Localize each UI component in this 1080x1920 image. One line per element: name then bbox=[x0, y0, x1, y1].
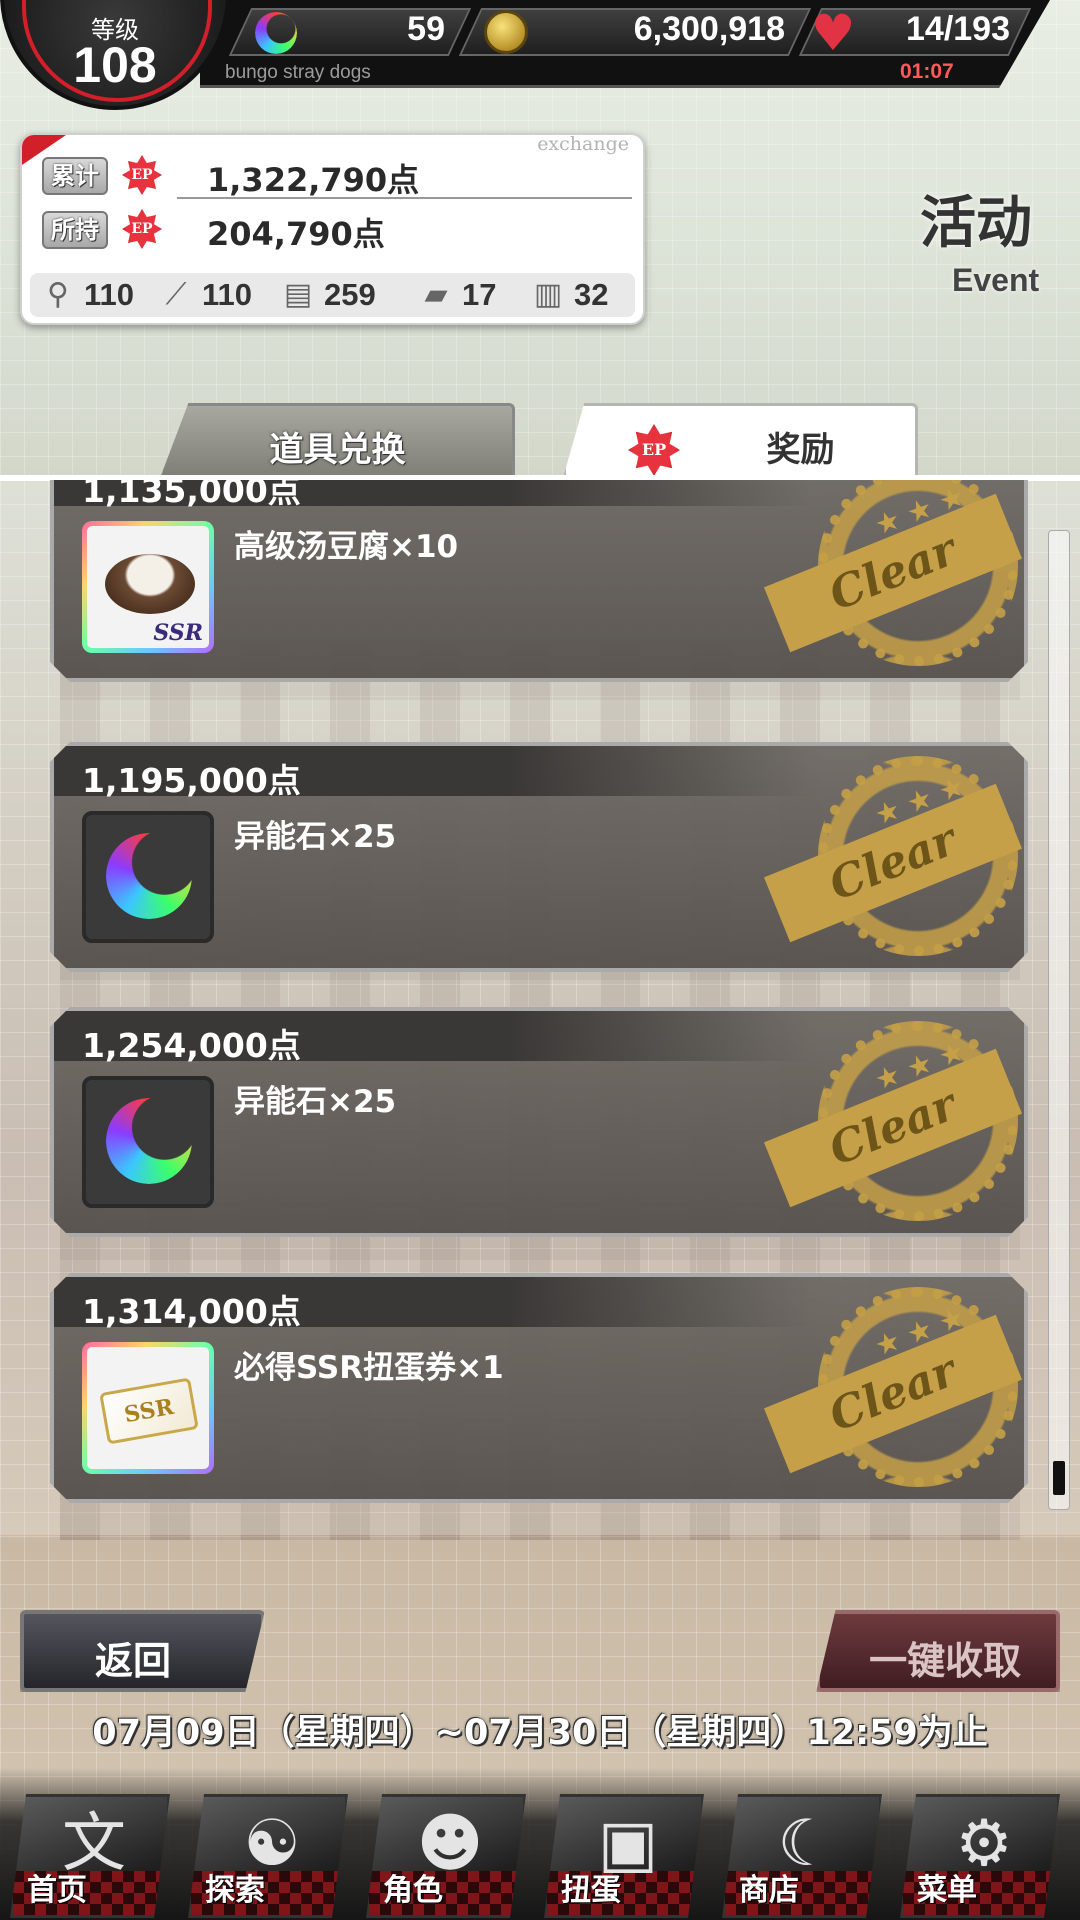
nav-item-home[interactable]: 文 首页 bbox=[10, 1794, 170, 1918]
total-label: 累计 bbox=[42, 157, 108, 195]
reward-points: 1,254,000点 bbox=[82, 1026, 301, 1065]
reward-item-name: 必得SSR扭蛋券×1 bbox=[234, 1350, 504, 1386]
reward-card: 1,314,000点 SSR 必得SSR扭蛋券×1 ★ ★ ★ Clear bbox=[50, 1273, 1028, 1503]
ap-count: 14/193 bbox=[906, 10, 1010, 48]
level-value: 108 bbox=[73, 37, 157, 93]
inventory-count: 110 bbox=[202, 277, 253, 312]
ep-icon: EP bbox=[122, 155, 162, 195]
reward-card: 1,254,000点 异能石×25 ★ ★ ★ Clear bbox=[50, 1007, 1028, 1237]
reward-card: 1,195,000点 异能石×25 ★ ★ ★ Clear bbox=[50, 742, 1028, 972]
reward-item-frame[interactable]: SSR bbox=[82, 521, 214, 653]
reward-item-frame[interactable] bbox=[82, 811, 214, 943]
inventory-count: 17 bbox=[462, 277, 497, 312]
reward-item-frame[interactable]: SSR bbox=[82, 1342, 214, 1474]
card-header: 1,254,000点 bbox=[54, 1011, 811, 1061]
nav-item-characters[interactable]: ☻ 角色 bbox=[366, 1794, 526, 1918]
inventory-count: 110 bbox=[84, 277, 135, 312]
status-bar: 59 6,300,918 ♥ 14/193 bungo stray dogs 0… bbox=[0, 0, 1080, 110]
inventory-count: 32 bbox=[574, 277, 609, 312]
papers-icon: ▤ bbox=[283, 277, 313, 312]
nav-label: 菜单 bbox=[917, 1873, 977, 1908]
card-header: 1,195,000点 bbox=[54, 746, 811, 796]
nav-label: 首页 bbox=[27, 1873, 87, 1908]
back-button[interactable]: 返回 bbox=[20, 1610, 265, 1692]
back-button-label: 返回 bbox=[95, 1639, 172, 1683]
nav-item-gacha[interactable]: ▣ 扭蛋 bbox=[544, 1794, 704, 1918]
points-panel: exchange 累计 EP 1,322,790点 所持 EP 204,790点… bbox=[20, 133, 645, 325]
tab-rewards[interactable]: EP 奖励 bbox=[563, 403, 918, 478]
card-header: 1,314,000点 bbox=[54, 1277, 811, 1327]
nav-item-shop[interactable]: ☾ 商店 bbox=[722, 1794, 882, 1918]
ssr-ticket-icon: SSR bbox=[99, 1377, 199, 1444]
milk-carton-icon: ▥ bbox=[533, 277, 563, 312]
reward-points: 1,195,000点 bbox=[82, 761, 301, 800]
reward-item-frame[interactable] bbox=[82, 1076, 214, 1208]
magnifier-icon: ⚲ bbox=[47, 277, 69, 312]
tab-rewards-label: 奖励 bbox=[766, 430, 835, 470]
ep-icon: EP bbox=[122, 209, 162, 249]
rarity-badge: SSR bbox=[153, 620, 203, 646]
owned-points-value: 204,790点 bbox=[207, 215, 385, 253]
event-date-range: 07月09日（星期四）~07月30日（星期四）12:59为止 bbox=[92, 1713, 988, 1753]
clear-stamp-icon: ★ ★ ★ Clear bbox=[768, 480, 1018, 676]
owned-label: 所持 bbox=[42, 211, 108, 249]
coin-icon bbox=[484, 10, 528, 54]
reward-item-name: 异能石×25 bbox=[234, 1084, 397, 1120]
bottom-nav: 文 首页 ☯ 探索 ☻ 角色 ▣ 扭蛋 ☾ 商店 ⚙ 菜单 bbox=[0, 1768, 1080, 1920]
scrollbar[interactable] bbox=[1048, 530, 1070, 1510]
ap-timer: 01:07 bbox=[900, 60, 954, 83]
nav-label: 角色 bbox=[383, 1873, 443, 1908]
reward-card: 1,135,000点 SSR 高级汤豆腐×10 ★ ★ ★ Clear bbox=[50, 480, 1028, 682]
inventory-row: ⚲ 110 ⟋ 110 ▤ 259 ▰ 17 ▥ 32 bbox=[30, 273, 635, 317]
reward-list[interactable]: 1,135,000点 SSR 高级汤豆腐×10 ★ ★ ★ Clear 1,19… bbox=[0, 480, 1080, 1535]
exchange-tag: exchange bbox=[537, 133, 629, 155]
nav-item-explore[interactable]: ☯ 探索 bbox=[188, 1794, 348, 1918]
tab-item-exchange[interactable]: 道具兑换 bbox=[160, 403, 515, 478]
level-badge[interactable]: 等级 108 bbox=[0, 0, 230, 110]
tofu-pot-icon bbox=[105, 554, 195, 614]
clear-stamp-icon: ★ ★ ★ Clear bbox=[768, 1287, 1018, 1497]
nav-item-menu[interactable]: ⚙ 菜单 bbox=[900, 1794, 1060, 1918]
coins-count: 6,300,918 bbox=[633, 10, 785, 48]
nav-label: 探索 bbox=[205, 1873, 265, 1908]
card-header: 1,135,000点 bbox=[54, 480, 811, 506]
nav-label: 商店 bbox=[739, 1873, 799, 1908]
nav-label: 扭蛋 bbox=[561, 1873, 621, 1908]
scrollbar-thumb[interactable] bbox=[1053, 1461, 1065, 1495]
notebook-icon: ▰ bbox=[424, 277, 448, 312]
ap-heart-icon: ♥ bbox=[810, 4, 856, 62]
game-name: bungo stray dogs bbox=[225, 62, 371, 83]
ability-stone-icon bbox=[106, 1098, 192, 1184]
reward-item-name: 异能石×25 bbox=[234, 819, 397, 855]
reward-points: 1,314,000点 bbox=[82, 1292, 301, 1331]
clear-stamp-icon: ★ ★ ★ Clear bbox=[768, 1021, 1018, 1231]
event-subtitle: Event bbox=[952, 262, 1040, 298]
collect-all-button[interactable]: 一键收取 bbox=[816, 1610, 1060, 1692]
ability-stone-icon bbox=[106, 833, 192, 919]
reward-points: 1,135,000点 bbox=[82, 480, 301, 510]
clear-stamp-icon: ★ ★ ★ Clear bbox=[768, 756, 1018, 966]
points-divider bbox=[177, 197, 632, 199]
reward-item-name: 高级汤豆腐×10 bbox=[234, 529, 459, 565]
total-points-value: 1,322,790点 bbox=[207, 161, 420, 199]
event-title: 活动 bbox=[920, 191, 1032, 256]
tab-exchange-label: 道具兑换 bbox=[269, 430, 406, 470]
gem-icon bbox=[255, 12, 297, 54]
broom-icon: ⟋ bbox=[165, 277, 187, 312]
inventory-count: 259 bbox=[324, 277, 376, 312]
collect-all-label: 一键收取 bbox=[869, 1639, 1022, 1683]
gems-count: 59 bbox=[407, 10, 445, 48]
